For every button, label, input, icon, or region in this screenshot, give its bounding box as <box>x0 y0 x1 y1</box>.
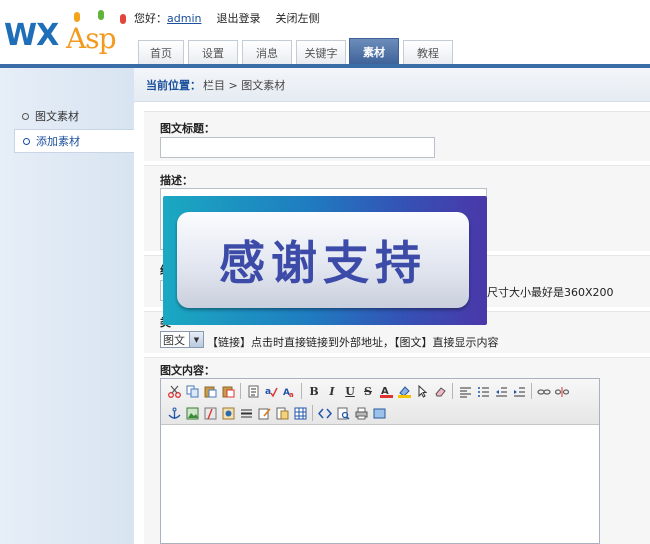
bullet-icon <box>23 137 30 145</box>
print-icon[interactable] <box>352 404 370 422</box>
paste-text-icon[interactable] <box>219 382 237 400</box>
logo-figure-icon <box>120 14 126 24</box>
header: WX Asp 您好：admin 退出登录 关闭左侧 首页 设置 消息 关键字 素… <box>0 0 650 65</box>
cut-icon[interactable] <box>165 382 183 400</box>
image-size-hint: 尺寸大小最好是360X200 <box>487 286 614 299</box>
breadcrumb-label: 当前位置： <box>146 78 201 92</box>
sidebar: 图文素材 添加素材 <box>0 68 134 544</box>
align-left-icon[interactable] <box>456 382 474 400</box>
italic-icon[interactable]: I <box>323 382 341 400</box>
sidebar-item-label: 添加素材 <box>36 135 80 148</box>
username-link[interactable]: admin <box>167 12 201 25</box>
preview-icon[interactable] <box>334 404 352 422</box>
bold-icon[interactable]: B <box>305 382 323 400</box>
greeting: 您好： <box>134 12 167 25</box>
title-label: 图文标题： <box>160 122 215 135</box>
strike-icon[interactable]: S <box>359 382 377 400</box>
rich-text-editor[interactable]: a Aa B I U S A <box>160 378 600 544</box>
copy-icon[interactable] <box>183 382 201 400</box>
fullscreen-icon[interactable] <box>370 404 388 422</box>
type-hint: 【链接】点击时直接链接到外部地址，【图文】直接显示内容 <box>207 336 499 349</box>
paste-word-icon[interactable] <box>244 382 262 400</box>
title-input[interactable] <box>160 137 435 158</box>
indent-icon[interactable] <box>510 382 528 400</box>
find-replace-icon[interactable]: Aa <box>280 382 298 400</box>
sidebar-item-image-text[interactable]: 图文素材 <box>14 104 134 128</box>
paste-icon[interactable] <box>201 382 219 400</box>
hr-icon[interactable] <box>237 404 255 422</box>
flash-icon[interactable] <box>201 404 219 422</box>
editor-toolbar: a Aa B I U S A <box>161 379 599 425</box>
logout-link[interactable]: 退出登录 <box>216 12 260 25</box>
toolbar-separator <box>301 383 302 399</box>
toolbar-separator <box>531 383 532 399</box>
toolbar-separator <box>312 405 313 421</box>
form-icon[interactable] <box>255 404 273 422</box>
underline-icon[interactable]: U <box>341 382 359 400</box>
tab-tutorial[interactable]: 教程 <box>403 40 453 65</box>
logo[interactable]: WX Asp <box>2 8 132 58</box>
tab-materials[interactable]: 素材 <box>349 38 399 65</box>
link-icon[interactable] <box>535 382 553 400</box>
media-icon[interactable] <box>219 404 237 422</box>
image-icon[interactable] <box>183 404 201 422</box>
font-color-icon[interactable]: A <box>377 382 395 400</box>
breadcrumb-path: 栏目 > 图文素材 <box>203 78 286 92</box>
outdent-icon[interactable] <box>492 382 510 400</box>
logo-figure-icon <box>98 10 104 20</box>
eraser-icon[interactable] <box>431 382 449 400</box>
desc-label: 描述： <box>160 174 193 187</box>
type-select[interactable]: 图文 ▼ <box>160 331 204 348</box>
tab-settings[interactable]: 设置 <box>188 40 238 65</box>
svg-text:a: a <box>289 391 294 398</box>
select-icon[interactable] <box>413 382 431 400</box>
toolbar-separator <box>240 383 241 399</box>
close-left-link[interactable]: 关闭左侧 <box>275 12 319 25</box>
tab-keywords[interactable]: 关键字 <box>296 40 346 65</box>
chevron-down-icon[interactable]: ▼ <box>189 332 203 347</box>
overlay-banner: 感谢支持 <box>163 196 487 325</box>
template-icon[interactable] <box>273 404 291 422</box>
logo-wx: WX <box>4 18 59 53</box>
overlay-text: 感谢支持 <box>219 236 427 290</box>
anchor-icon[interactable] <box>165 404 183 422</box>
unlink-icon[interactable] <box>553 382 571 400</box>
tab-home[interactable]: 首页 <box>138 40 184 65</box>
breadcrumb: 当前位置： 栏目 > 图文素材 <box>134 68 650 102</box>
topbar: 您好：admin 退出登录 关闭左侧 <box>134 10 319 26</box>
bullet-icon <box>22 112 29 120</box>
content-label: 图文内容： <box>160 364 215 377</box>
spellcheck-icon[interactable]: a <box>262 382 280 400</box>
source-icon[interactable] <box>316 404 334 422</box>
type-select-value: 图文 <box>163 333 185 347</box>
tab-messages[interactable]: 消息 <box>242 40 292 65</box>
logo-figure-icon <box>74 12 80 22</box>
table-icon[interactable] <box>291 404 309 422</box>
logo-asp: Asp <box>66 22 117 55</box>
toolbar-separator <box>452 383 453 399</box>
sidebar-item-label: 图文素材 <box>35 110 79 123</box>
list-icon[interactable] <box>474 382 492 400</box>
bg-color-icon[interactable] <box>395 382 413 400</box>
svg-text:a: a <box>265 387 271 397</box>
overlay-card: 感谢支持 <box>177 212 469 308</box>
sidebar-item-add-material[interactable]: 添加素材 <box>14 129 134 153</box>
